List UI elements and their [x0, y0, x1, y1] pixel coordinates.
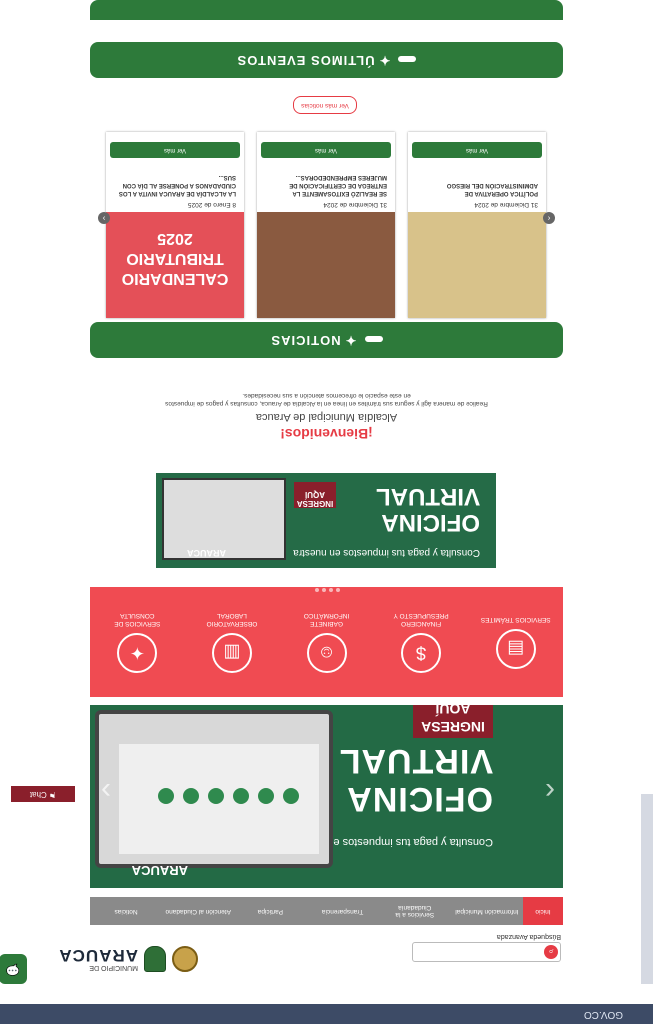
service-gabinete[interactable]: ☺ GABINETE INFORMÁTICO [287, 611, 367, 673]
logo-small-text: MUNICIPIO DE [89, 964, 138, 971]
banner-line2: OFICINA [381, 509, 480, 536]
advanced-search-link[interactable]: Búsqueda Avanzada [497, 933, 561, 940]
virtual-office-banner[interactable]: Consulta y paga tus impuestos en nuestra… [156, 473, 496, 568]
services-pagination[interactable] [315, 588, 340, 592]
chat-icon[interactable]: 💬 [0, 954, 27, 984]
gov-logo-label[interactable]: GOV.CO [584, 1004, 623, 1024]
accessibility-button[interactable]: ⚑ Chat [11, 786, 75, 802]
sparkle-icon: ✦ [344, 333, 357, 348]
news-card[interactable]: CALENDARIO TRIBUTARIO 2025 8 Enero de 20… [106, 132, 244, 318]
nav-item-servicios[interactable]: Servicios a la Ciudadanía [379, 904, 451, 918]
welcome-paragraph: Realice de manera ágil y segura sus trám… [0, 390, 653, 407]
gov-top-bar: GOV.CO [0, 1004, 653, 1024]
news-title: LA ALCALDÍA DE ARAUCA INVITA A LOS CIUDA… [118, 174, 236, 196]
service-observatorio[interactable]: ▥ OBSERVATORIO LABORAL [192, 611, 272, 673]
news-section-header: ✦NOTICIAS [90, 322, 563, 358]
nav-item-participa[interactable]: Participa [234, 907, 306, 915]
laptop-image [95, 710, 333, 868]
page-rotated: GOV.CO MUNICIPIO DE ARAUCA ⌕ Búsqueda Av… [0, 0, 653, 1024]
news-prev-icon[interactable]: ‹ [543, 212, 555, 224]
calendar-year: 2025 [157, 230, 193, 247]
service-consulta[interactable]: ✦ SERVICIOS DE CONSULTA [97, 611, 177, 673]
seal-icon [172, 946, 198, 972]
logo-text: MUNICIPIO DE ARAUCA [58, 946, 138, 971]
calendar-title: CALENDARIO TRIBUTARIO [121, 250, 229, 287]
news-date: 8 Enero de 2025 [187, 201, 236, 208]
finance-icon: $ [401, 632, 442, 673]
news-date: 31 Diciembre de 2024 [323, 201, 387, 208]
news-next-icon[interactable]: › [98, 212, 110, 224]
screen-dot [233, 788, 249, 804]
hero-line2: OFICINA [346, 780, 493, 818]
news-card[interactable]: 31 Diciembre de 2024 SE REALIZÓ EXITOSAM… [257, 132, 395, 318]
laptop-screen [119, 744, 319, 854]
news-title: SE REALIZÓ EXITOSAMENTE LA ENTREGA DE CE… [289, 174, 387, 196]
welcome-text-2: en este espacio le ofrecemos atención a … [242, 391, 411, 399]
service-financiero[interactable]: $ FINANCIERO PRESUPUESTO Y [381, 611, 461, 673]
events-card-edge [90, 0, 563, 20]
hero-cta-button[interactable]: INGRESA AQUÍ [413, 705, 493, 738]
pill-icon [364, 336, 383, 343]
hero-line3: VIRTUAL [338, 742, 493, 780]
pill-icon [398, 56, 417, 63]
team-icon: ☺ [306, 632, 347, 673]
hero-next-icon[interactable]: › [101, 774, 111, 808]
more-news-button[interactable]: Ver más noticias [293, 96, 357, 114]
news-read-more-button[interactable]: Ver más [261, 142, 391, 158]
news-card[interactable]: 31 Diciembre de 2024 POLÍTICA OPERATIVA … [408, 132, 546, 318]
service-tramites[interactable]: ▤ SERVICIOS TRÁMITES [476, 615, 556, 669]
banner-line1: Consulta y paga tus impuestos en nuestra [293, 547, 480, 558]
events-section-title: ÚLTIMOS EVENTOS [236, 53, 375, 68]
left-scroll-strip[interactable] [641, 794, 653, 984]
calendar-image: CALENDARIO TRIBUTARIO 2025 [106, 212, 244, 318]
nav-item-transparencia[interactable]: Transparencia [306, 907, 378, 915]
nav-item-inicio[interactable]: Inicio [523, 897, 563, 925]
lightbulb-icon: ✦ [117, 632, 158, 673]
welcome-heading: ¡Bienvenidos! [280, 426, 373, 442]
news-section-title: NOTICIAS [270, 333, 341, 348]
nav-item-noticias[interactable]: Noticias [90, 907, 162, 915]
screen-dot [183, 788, 199, 804]
news-carousel: 31 Diciembre de 2024 POLÍTICA OPERATIVA … [106, 132, 546, 318]
banner-brand: ARAUCA [187, 548, 226, 558]
news-image [408, 212, 546, 318]
services-carousel: ▤ SERVICIOS TRÁMITES $ FINANCIERO PRESUP… [90, 587, 563, 697]
main-nav: Inicio Información Municipal Servicios a… [90, 897, 563, 925]
welcome-section: ¡Bienvenidos! Alcaldía Municipal de Arau… [0, 390, 653, 442]
banner-line3: VIRTUAL [376, 483, 480, 510]
shield-icon [144, 946, 166, 972]
screen-dot [158, 788, 174, 804]
welcome-subheading: Alcaldía Municipal de Arauca [255, 411, 398, 423]
screen-dot [258, 788, 274, 804]
news-image [257, 212, 395, 318]
news-date: 31 Diciembre de 2024 [474, 201, 538, 208]
site-header: MUNICIPIO DE ARAUCA ⌕ Búsqueda Avanzada [0, 926, 653, 1004]
nav-item-atencion[interactable]: Atención al Ciudadano [162, 907, 234, 915]
site-logo[interactable]: MUNICIPIO DE ARAUCA [58, 946, 198, 972]
search-icon[interactable]: ⌕ [544, 945, 558, 959]
hero-brand: ARAUCA [131, 863, 188, 878]
screen-dot [283, 788, 299, 804]
banner-cta-button[interactable]: INGRESA AQUÍ [294, 482, 336, 508]
news-read-more-button[interactable]: Ver más [412, 142, 542, 158]
hero-prev-icon[interactable]: ‹ [545, 774, 555, 808]
news-title: POLÍTICA OPERATIVA DE ADMINISTRACIÓN DEL… [446, 182, 538, 196]
events-section-header: ✦ÚLTIMOS EVENTOS [90, 42, 563, 78]
search-input[interactable]: ⌕ [412, 942, 561, 962]
screen-dot [208, 788, 224, 804]
hero-banner[interactable]: Consulta y paga tus impuestos en nuestra… [90, 705, 563, 888]
nav-item-informacion[interactable]: Información Municipal [451, 907, 523, 915]
welcome-text-1: Realice de manera ágil y segura sus trám… [165, 400, 488, 407]
sparkle-icon: ✦ [378, 53, 391, 68]
document-icon: ▤ [495, 628, 536, 669]
chart-icon: ▥ [211, 632, 252, 673]
logo-name: ARAUCA [58, 946, 138, 965]
news-read-more-button[interactable]: Ver más [110, 142, 240, 158]
